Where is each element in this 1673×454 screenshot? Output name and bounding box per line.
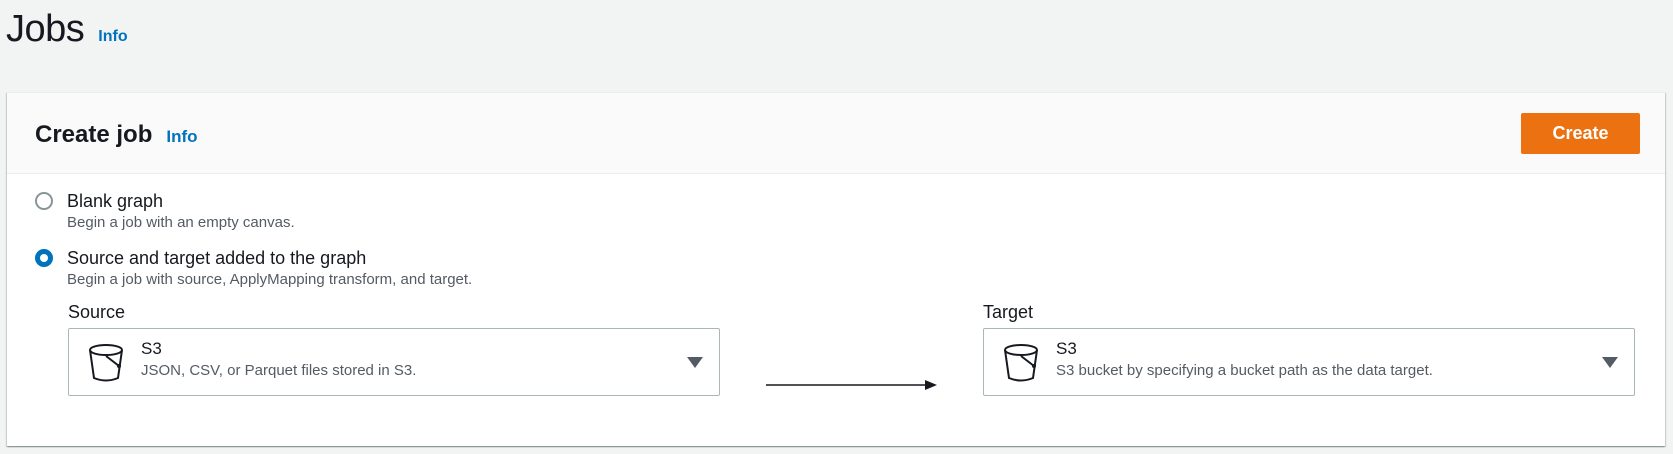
caret-down-icon bbox=[1602, 357, 1618, 368]
option-description: Begin a job with an empty canvas. bbox=[67, 214, 295, 231]
page-header: Jobs Info bbox=[6, 8, 128, 51]
panel-title: Create job bbox=[35, 121, 153, 148]
panel-info-link[interactable]: Info bbox=[166, 127, 197, 147]
option-source-target[interactable]: Source and target added to the graph Beg… bbox=[35, 246, 472, 290]
option-label: Blank graph bbox=[67, 191, 164, 211]
source-description: JSON, CSV, or Parquet files stored in S3… bbox=[141, 362, 417, 379]
create-button[interactable]: Create bbox=[1521, 113, 1640, 154]
arrow-right-icon bbox=[766, 380, 937, 390]
target-label: Target bbox=[983, 302, 1034, 322]
create-job-panel: Create job Info Create Blank graph Begin… bbox=[7, 92, 1665, 446]
option-blank-graph[interactable]: Blank graph Begin a job with an empty ca… bbox=[35, 189, 295, 233]
target-select[interactable]: S3 S3 bucket by specifying a bucket path… bbox=[983, 328, 1635, 396]
radio-source-target[interactable] bbox=[35, 249, 53, 267]
radio-blank-graph[interactable] bbox=[35, 192, 53, 210]
bucket-icon bbox=[1004, 344, 1038, 382]
page-info-link[interactable]: Info bbox=[98, 28, 127, 46]
caret-down-icon bbox=[687, 357, 703, 368]
target-description: S3 bucket by specifying a bucket path as… bbox=[1056, 362, 1433, 379]
option-description: Begin a job with source, ApplyMapping tr… bbox=[67, 271, 473, 288]
source-label: Source bbox=[68, 302, 126, 322]
source-value: S3 bbox=[141, 339, 162, 358]
bucket-icon bbox=[89, 344, 123, 382]
target-value: S3 bbox=[1056, 339, 1077, 358]
source-select[interactable]: S3 JSON, CSV, or Parquet files stored in… bbox=[68, 328, 720, 396]
panel-header: Create job Info Create bbox=[7, 93, 1665, 174]
page-title: Jobs bbox=[6, 8, 85, 50]
option-text: Source and target added to the graph Beg… bbox=[67, 246, 472, 290]
option-text: Blank graph Begin a job with an empty ca… bbox=[67, 189, 295, 233]
panel-title-row: Create job Info bbox=[35, 121, 198, 149]
option-label: Source and target added to the graph bbox=[67, 248, 367, 268]
